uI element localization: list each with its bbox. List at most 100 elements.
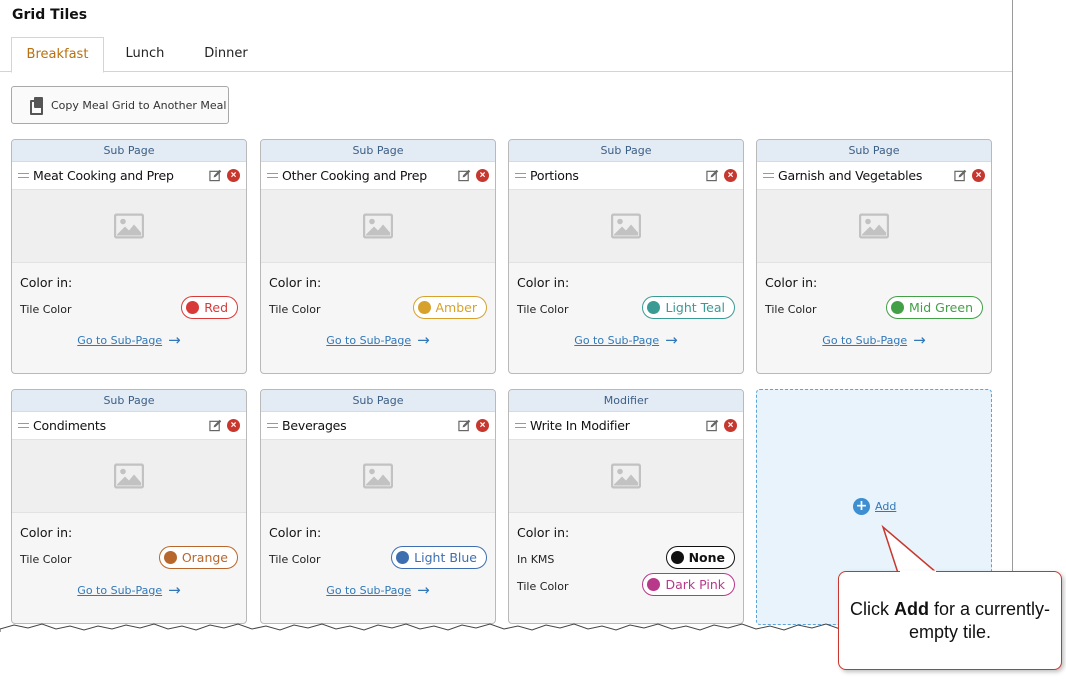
color-in-label: Color in:	[269, 525, 322, 540]
go-to-sub-page-link[interactable]: Go to Sub-Page →	[12, 331, 246, 349]
tile-header: Condiments ×	[12, 412, 246, 440]
tile-name: Portions	[530, 168, 579, 183]
grid-tile: Sub Page Garnish and Vegetables × Color …	[756, 139, 992, 374]
drag-handle-icon[interactable]	[267, 173, 278, 178]
drag-handle-icon[interactable]	[18, 173, 29, 178]
grid-tile: Modifier Write In Modifier × Color in: I…	[508, 389, 744, 624]
tab-breakfast[interactable]: Breakfast	[11, 37, 104, 73]
tile-body: Color in: Tile Color Light Teal Go to Su…	[509, 263, 743, 373]
tile-header: Beverages ×	[261, 412, 495, 440]
tile-header: Garnish and Vegetables ×	[757, 162, 991, 190]
tile-type-label: Sub Page	[261, 140, 495, 162]
go-to-sub-page-link[interactable]: Go to Sub-Page →	[12, 581, 246, 599]
edit-icon[interactable]	[458, 169, 471, 182]
arrow-right-icon: →	[417, 581, 430, 599]
drag-handle-icon[interactable]	[515, 423, 526, 428]
color-in-label: Color in:	[765, 275, 818, 290]
delete-icon[interactable]: ×	[724, 169, 737, 182]
tile-image-placeholder	[261, 190, 495, 263]
drag-handle-icon[interactable]	[515, 173, 526, 178]
tile-type-label: Sub Page	[757, 140, 991, 162]
add-tile-label: Add	[875, 500, 897, 513]
tile-color-pill[interactable]: Amber	[412, 296, 487, 319]
delete-icon[interactable]: ×	[476, 419, 489, 432]
tab-dinner[interactable]: Dinner	[190, 37, 262, 72]
tile-color-name: Mid Green	[908, 300, 973, 315]
edit-icon[interactable]	[209, 419, 222, 432]
tile-body: Color in: Tile Color Mid Green Go to Sub…	[757, 263, 991, 373]
tile-image-placeholder	[12, 440, 246, 513]
tile-color-label: Tile Color	[269, 303, 321, 316]
tile-color-name: Dark Pink	[665, 577, 725, 592]
color-in-label: Color in:	[20, 525, 73, 540]
grid-tile: Sub Page Portions × Color in: Tile Color…	[508, 139, 744, 374]
delete-icon[interactable]: ×	[972, 169, 985, 182]
color-in-label: Color in:	[517, 525, 570, 540]
image-icon	[114, 463, 144, 489]
drag-handle-icon[interactable]	[763, 173, 774, 178]
copy-meal-grid-label: Copy Meal Grid to Another Meal	[51, 98, 227, 112]
delete-icon[interactable]: ×	[476, 169, 489, 182]
go-to-sub-page-label: Go to Sub-Page	[77, 584, 163, 597]
tile-color-pill[interactable]: Light Blue	[391, 546, 487, 569]
callout-text-bold: Add	[893, 599, 929, 619]
edit-icon[interactable]	[706, 419, 719, 432]
tile-name: Condiments	[33, 418, 106, 433]
image-icon	[611, 463, 641, 489]
tile-color-pill[interactable]: Orange	[158, 546, 238, 569]
copy-icon	[30, 97, 44, 115]
tile-body: Color in: Tile Color Light Blue Go to Su…	[261, 513, 495, 623]
go-to-sub-page-link[interactable]: Go to Sub-Page →	[261, 331, 495, 349]
tile-header: Other Cooking and Prep ×	[261, 162, 495, 190]
tile-color-name: Light Teal	[665, 300, 725, 315]
edit-icon[interactable]	[954, 169, 967, 182]
edit-icon[interactable]	[209, 169, 222, 182]
color-dot-icon	[647, 578, 661, 591]
go-to-sub-page-label: Go to Sub-Page	[574, 334, 660, 347]
delete-icon[interactable]: ×	[227, 169, 240, 182]
edit-icon[interactable]	[706, 169, 719, 182]
tile-color-pill[interactable]: Mid Green	[885, 296, 983, 319]
tile-color-pill[interactable]: Dark Pink	[642, 573, 735, 596]
tile-color-pill[interactable]: Red	[181, 296, 238, 319]
tile-name: Beverages	[282, 418, 347, 433]
tile-color-pill[interactable]: Light Teal	[642, 296, 735, 319]
arrow-right-icon: →	[417, 331, 430, 349]
callout: Click Add for a currently-empty tile.	[838, 571, 1062, 670]
kms-color-pill[interactable]: None	[665, 546, 735, 569]
tile-header: Write In Modifier ×	[509, 412, 743, 440]
tile-type-label: Sub Page	[509, 140, 743, 162]
color-dot-icon	[396, 551, 410, 564]
tile-body: Color in: Tile Color Red Go to Sub-Page →	[12, 263, 246, 373]
tile-name: Meat Cooking and Prep	[33, 168, 174, 183]
copy-meal-grid-button[interactable]: Copy Meal Grid to Another Meal	[11, 86, 229, 124]
delete-icon[interactable]: ×	[227, 419, 240, 432]
tile-type-label: Sub Page	[261, 390, 495, 412]
tile-image-placeholder	[12, 190, 246, 263]
arrow-right-icon: →	[168, 331, 181, 349]
tile-type-label: Modifier	[509, 390, 743, 412]
tile-body: Color in: Tile Color Amber Go to Sub-Pag…	[261, 263, 495, 373]
tile-type-label: Sub Page	[12, 390, 246, 412]
tile-image-placeholder	[757, 190, 991, 263]
add-tile-button[interactable]: + Add	[853, 498, 896, 515]
in-kms-label: In KMS	[517, 553, 555, 566]
go-to-sub-page-link[interactable]: Go to Sub-Page →	[757, 331, 991, 349]
tile-header: Portions ×	[509, 162, 743, 190]
drag-handle-icon[interactable]	[267, 423, 278, 428]
color-in-label: Color in:	[20, 275, 73, 290]
tile-body: Color in: In KMS None Tile Color Dark Pi…	[509, 513, 743, 623]
arrow-right-icon: →	[168, 581, 181, 599]
image-icon	[859, 213, 889, 239]
tile-name: Garnish and Vegetables	[778, 168, 923, 183]
color-dot-icon	[417, 301, 431, 314]
tab-lunch[interactable]: Lunch	[110, 37, 180, 72]
drag-handle-icon[interactable]	[18, 423, 29, 428]
go-to-sub-page-link[interactable]: Go to Sub-Page →	[509, 331, 743, 349]
go-to-sub-page-link[interactable]: Go to Sub-Page →	[261, 581, 495, 599]
delete-icon[interactable]: ×	[724, 419, 737, 432]
tile-color-label: Tile Color	[269, 553, 321, 566]
edit-icon[interactable]	[458, 419, 471, 432]
tile-header: Meat Cooking and Prep ×	[12, 162, 246, 190]
callout-text-start: Click	[849, 599, 894, 619]
